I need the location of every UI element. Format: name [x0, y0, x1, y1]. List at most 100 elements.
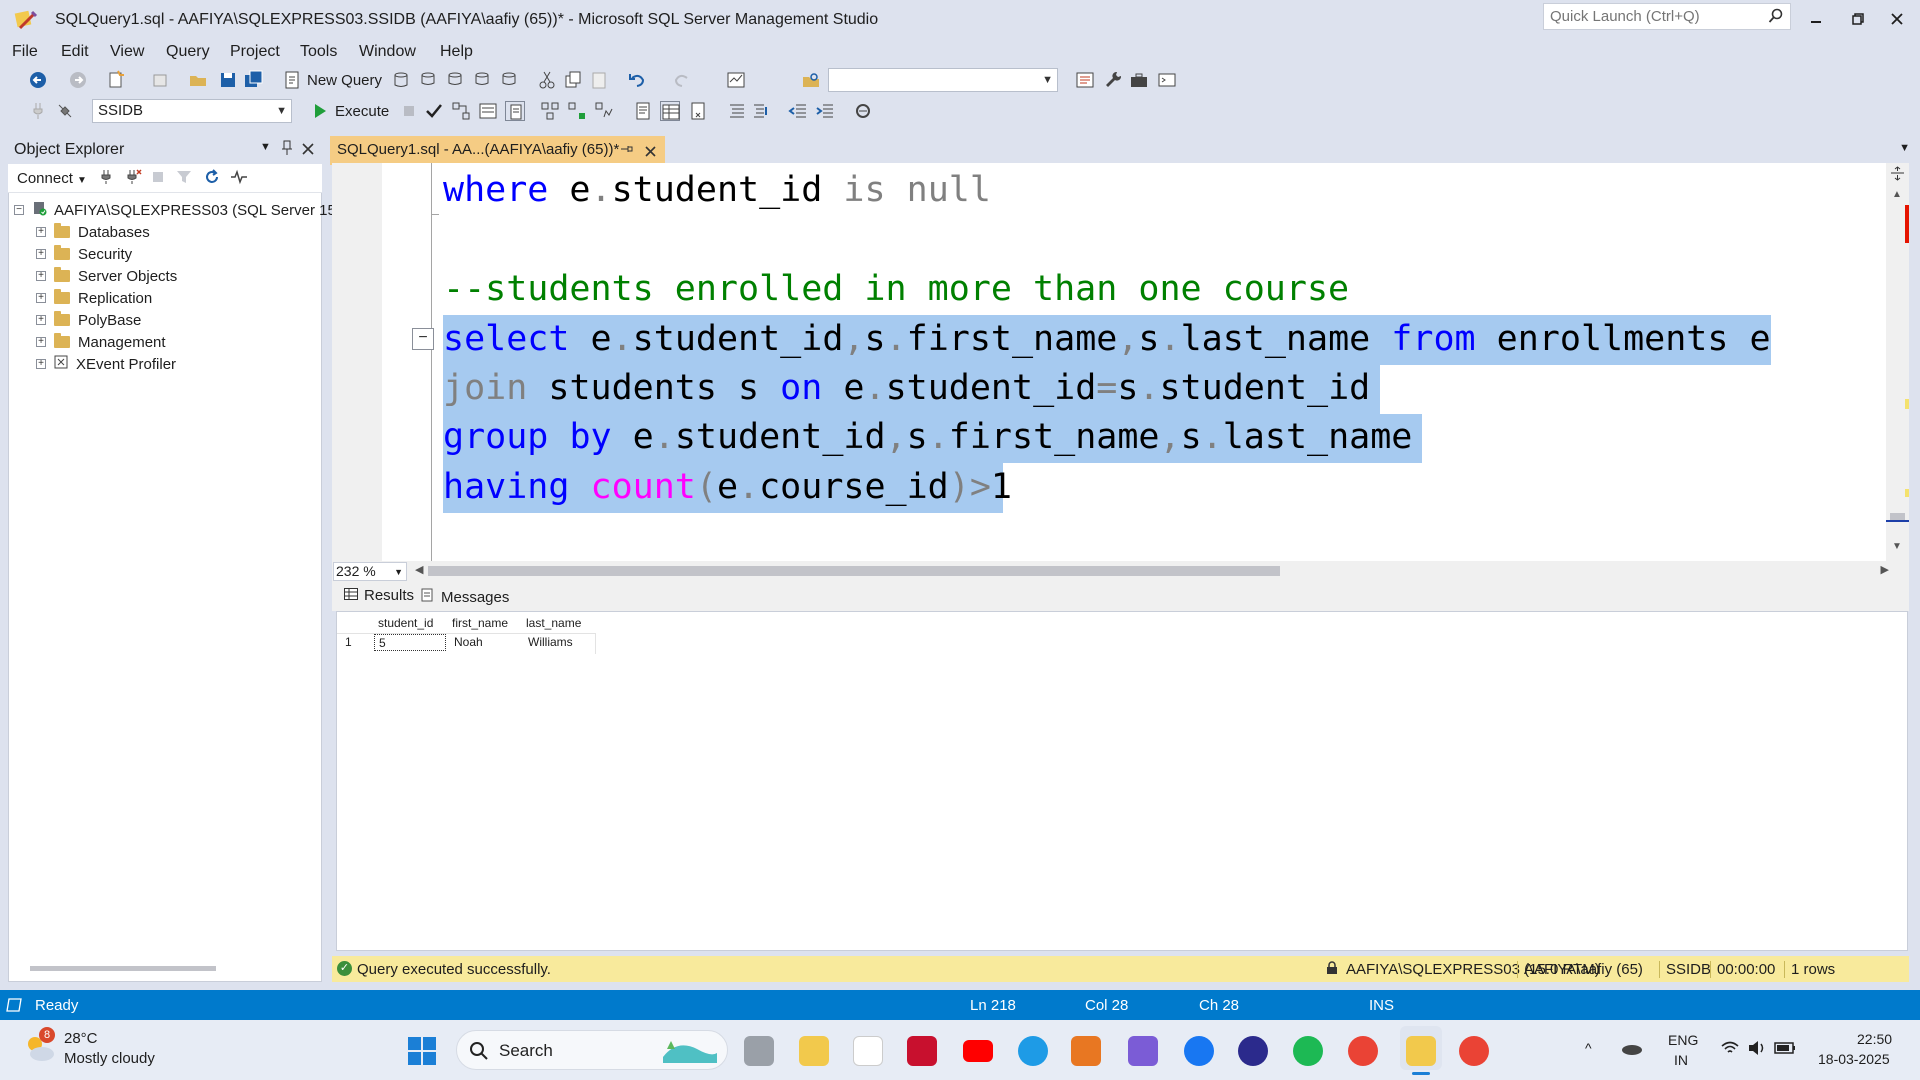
properties-window-icon[interactable] — [1075, 70, 1095, 90]
expand-toggle[interactable]: + — [36, 271, 46, 281]
search-icon[interactable] — [1768, 8, 1784, 24]
client-statistics-icon[interactable] — [594, 101, 614, 121]
back-icon[interactable] — [28, 70, 48, 90]
menu-tools[interactable]: Tools — [300, 43, 337, 61]
available-databases-select[interactable]: SSIDB ▼ — [92, 99, 292, 123]
redo-icon[interactable] — [672, 70, 692, 90]
tree-node-replication[interactable]: + Replication — [36, 287, 152, 309]
clock-time[interactable]: 22:50 — [1857, 1031, 1892, 1047]
tree-node-server[interactable]: − AAFIYA\SQLEXPRESS03 (SQL Server 15.0 — [14, 199, 348, 221]
toolbox-icon[interactable] — [1129, 70, 1149, 90]
clock-date[interactable]: 18-03-2025 — [1818, 1051, 1890, 1067]
tree-node-xevent-profiler[interactable]: + XEvent Profiler — [36, 353, 176, 375]
oe-horizontal-scrollbar[interactable] — [30, 966, 216, 971]
live-query-stats-icon[interactable] — [567, 101, 587, 121]
add-item-icon[interactable] — [150, 70, 170, 90]
new-query-button[interactable]: New Query — [307, 72, 382, 89]
disconnect-icon[interactable] — [124, 169, 142, 189]
chevron-up-icon[interactable]: ^ — [1585, 1040, 1592, 1056]
minimize-button[interactable] — [1793, 6, 1839, 32]
scroll-down-icon[interactable]: ▼ — [1892, 541, 1902, 552]
paste-icon[interactable] — [589, 70, 609, 90]
tree-node-databases[interactable]: + Databases — [36, 221, 150, 243]
scroll-up-icon[interactable]: ▲ — [1892, 189, 1902, 200]
tree-node-server-objects[interactable]: + Server Objects — [36, 265, 177, 287]
editor-vertical-scrollbar[interactable]: ▲ ▼ — [1886, 163, 1909, 561]
expand-toggle[interactable]: + — [36, 359, 46, 369]
tree-node-security[interactable]: + Security — [36, 243, 132, 265]
database-engine-query-icon[interactable] — [391, 70, 411, 90]
parse-checkmark-icon[interactable] — [424, 101, 444, 121]
menu-project[interactable]: Project — [230, 43, 280, 61]
spotify-icon[interactable] — [1293, 1036, 1323, 1066]
activity-monitor-icon[interactable] — [230, 169, 248, 189]
activity-monitor-icon[interactable] — [726, 70, 746, 90]
refresh-icon[interactable] — [204, 169, 220, 189]
change-connection-icon[interactable] — [55, 101, 75, 121]
results-to-text-icon[interactable] — [633, 101, 653, 121]
split-icon[interactable] — [1890, 166, 1905, 185]
stop-icon[interactable] — [152, 170, 164, 187]
new-query-icon[interactable] — [282, 70, 302, 90]
onedrive-cloud-icon[interactable] — [1620, 1040, 1644, 1060]
increase-indent-icon[interactable] — [815, 101, 835, 121]
undo-icon[interactable] — [627, 70, 647, 90]
ssms-taskbar-icon[interactable] — [1406, 1036, 1436, 1066]
connect-dropdown[interactable]: Connect ▼ — [17, 170, 87, 187]
expand-toggle[interactable]: + — [36, 337, 46, 347]
collapse-region-toggle[interactable]: − — [412, 328, 434, 350]
specify-template-values-icon[interactable] — [853, 101, 873, 121]
cell-last-name[interactable]: Williams — [528, 633, 598, 652]
mcafee-icon[interactable] — [907, 1036, 937, 1066]
filter-icon[interactable] — [176, 169, 192, 189]
weather-temp[interactable]: 28°C — [64, 1030, 98, 1047]
cancel-query-icon[interactable] — [399, 101, 419, 121]
copy-icon[interactable] — [563, 70, 583, 90]
connect-icon[interactable] — [28, 101, 48, 121]
dmx-query-icon[interactable] — [445, 70, 465, 90]
results-to-grid-icon[interactable] — [660, 101, 680, 121]
zoom-select[interactable]: 232 % ▼ — [333, 562, 407, 581]
find-in-files-icon[interactable] — [801, 70, 821, 90]
uncomment-lines-icon[interactable] — [751, 101, 771, 121]
chevron-down-icon[interactable]: ▼ — [1899, 142, 1910, 154]
language-line1[interactable]: ENG — [1668, 1032, 1698, 1048]
xmla-query-icon[interactable] — [472, 70, 492, 90]
column-header-last-name[interactable]: last_name — [526, 614, 596, 633]
chrome-icon[interactable] — [1348, 1036, 1378, 1066]
save-icon[interactable] — [218, 70, 238, 90]
tree-node-management[interactable]: + Management — [36, 331, 166, 353]
app-icon[interactable] — [1071, 1036, 1101, 1066]
menu-file[interactable]: File — [12, 43, 38, 61]
volume-icon[interactable] — [1747, 1040, 1767, 1060]
display-estimated-plan-icon[interactable] — [451, 101, 471, 121]
close-window-button[interactable] — [1874, 6, 1920, 32]
taskbar-search[interactable]: Search — [456, 1030, 728, 1070]
file-explorer-icon[interactable] — [799, 1036, 829, 1066]
decrease-indent-icon[interactable] — [788, 101, 808, 121]
tab-results[interactable]: Results — [344, 587, 414, 604]
execute-play-icon[interactable] — [310, 101, 330, 121]
column-header-student-id[interactable]: student_id — [378, 614, 448, 633]
cell-first-name[interactable]: Noah — [454, 633, 524, 652]
query-options-icon[interactable] — [478, 101, 498, 121]
menu-window[interactable]: Window — [359, 43, 416, 61]
editor-horizontal-scroll-thumb[interactable] — [428, 566, 1280, 576]
new-project-icon[interactable] — [106, 70, 126, 90]
solution-configuration-select[interactable]: ▼ — [828, 68, 1058, 92]
tab-messages[interactable]: Messages — [421, 588, 509, 606]
windows-start-icon[interactable] — [407, 1036, 437, 1070]
window-position-dropdown-icon[interactable]: ▼ — [260, 141, 271, 153]
webex-icon[interactable] — [1238, 1036, 1268, 1066]
cut-icon[interactable] — [537, 70, 557, 90]
connect-plug-icon[interactable] — [98, 169, 114, 189]
menu-query[interactable]: Query — [166, 43, 210, 61]
facebook-icon[interactable] — [1184, 1036, 1214, 1066]
quick-launch-field[interactable] — [1544, 4, 1776, 29]
wrench-icon[interactable] — [1103, 70, 1123, 90]
expand-toggle[interactable]: + — [36, 249, 46, 259]
tab-sqlquery1[interactable]: SQLQuery1.sql - AA...(AAFIYA\aafiy (65))… — [330, 136, 665, 163]
pin-icon[interactable] — [620, 142, 634, 160]
open-file-icon[interactable] — [188, 70, 208, 90]
tree-node-polybase[interactable]: + PolyBase — [36, 309, 141, 331]
